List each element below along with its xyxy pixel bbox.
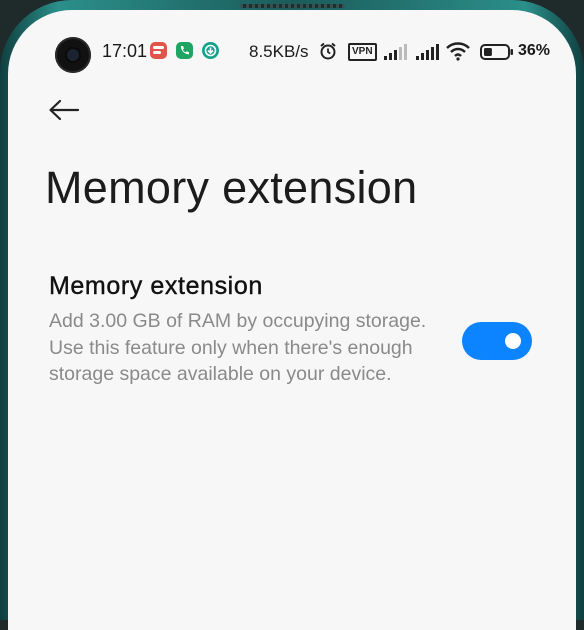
setting-title: Memory extension <box>49 272 263 300</box>
arrow-left-icon <box>49 99 80 121</box>
download-icon <box>202 42 219 59</box>
wifi-icon <box>446 42 470 61</box>
memory-extension-toggle[interactable] <box>462 322 532 360</box>
notification-app-icon <box>150 42 167 59</box>
back-button[interactable] <box>46 94 82 130</box>
phone-screen: 17:01 8.5KB/s VPN 36% Memory extension M… <box>8 10 576 630</box>
vpn-icon: VPN <box>348 43 377 61</box>
status-time: 17:01 <box>102 41 148 61</box>
front-camera <box>55 37 91 73</box>
page-title: Memory extension <box>45 162 418 213</box>
alarm-icon <box>320 42 336 60</box>
toggle-knob <box>505 333 521 349</box>
signal-icon <box>384 44 407 60</box>
memory-extension-setting[interactable]: Memory extension Add 3.00 GB of RAM by o… <box>8 268 576 418</box>
speaker-grille <box>240 4 345 8</box>
battery-icon <box>480 44 513 60</box>
signal-icon <box>416 44 439 60</box>
phone-call-icon <box>176 42 193 59</box>
status-bar: 17:01 8.5KB/s VPN 36% <box>8 37 576 73</box>
battery-percentage: 36% <box>518 42 551 59</box>
network-speed: 8.5KB/s <box>249 42 309 61</box>
setting-description: Add 3.00 GB of RAM by occupying storage.… <box>49 310 427 385</box>
